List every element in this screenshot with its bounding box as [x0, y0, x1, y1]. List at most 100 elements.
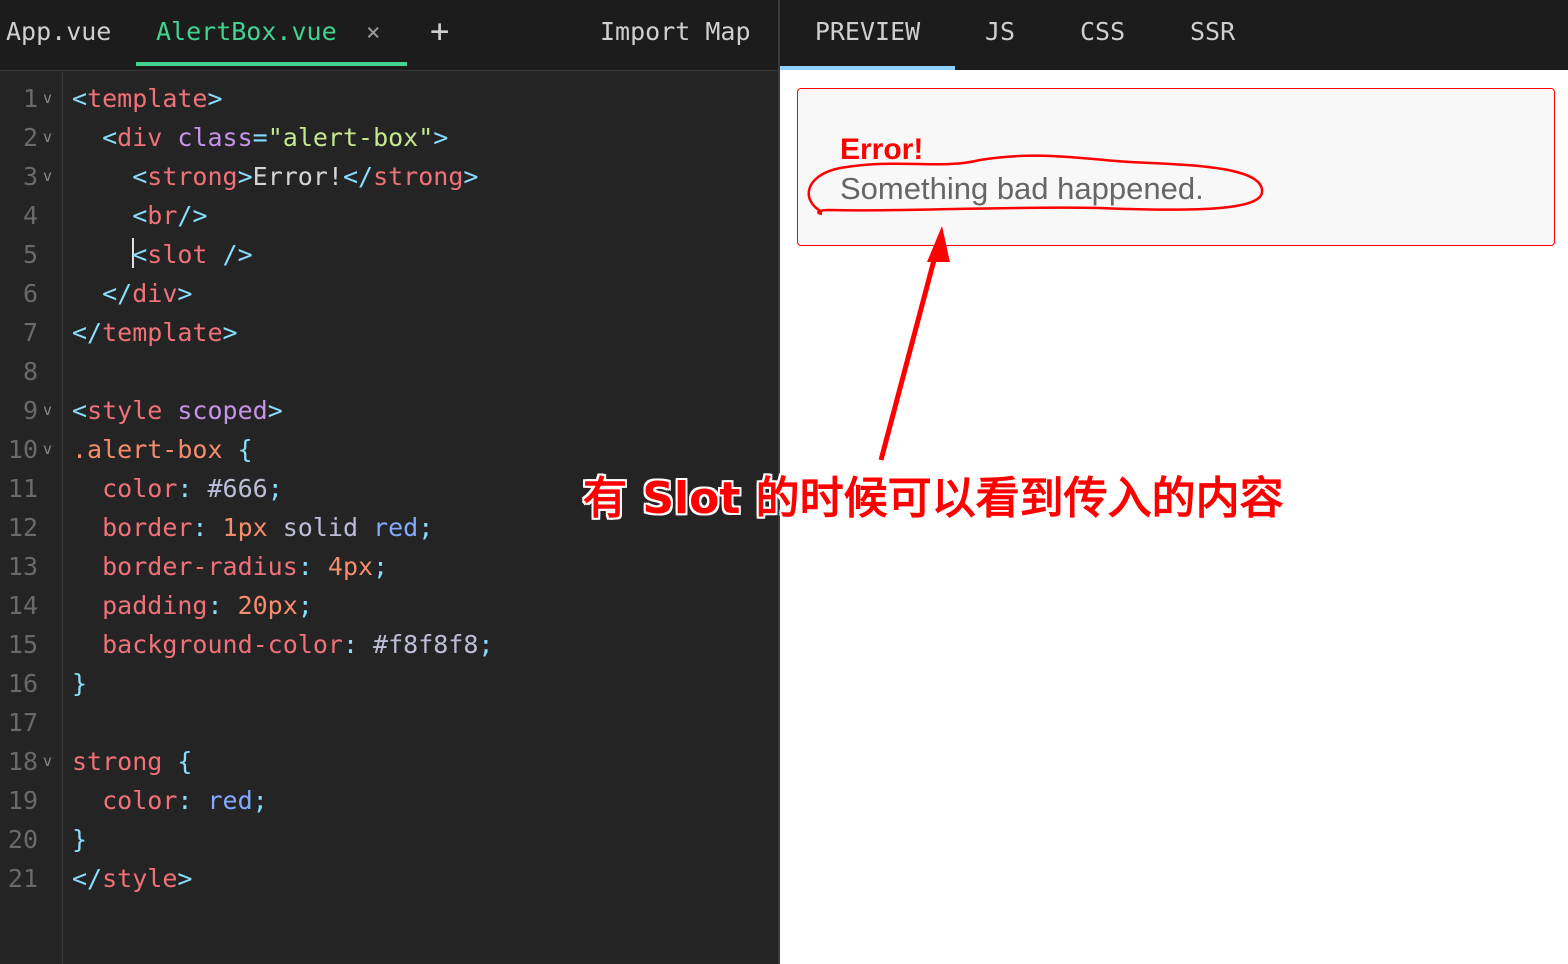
- code-line[interactable]: <style scoped>: [72, 391, 493, 430]
- code-token: </: [72, 318, 103, 347]
- code-token: ;: [252, 786, 268, 815]
- code-token: class: [177, 123, 253, 152]
- code-line[interactable]: [72, 352, 493, 391]
- code-token: :: [192, 513, 223, 542]
- fold-toggle-icon[interactable]: v: [43, 742, 52, 781]
- line-number: 7: [22, 318, 38, 347]
- code-line[interactable]: border: 1px solid red;: [72, 508, 493, 547]
- code-token: border-radius: [102, 552, 298, 581]
- tab-import-map[interactable]: Import Map: [600, 0, 751, 64]
- code-line[interactable]: </style>: [72, 859, 493, 898]
- line-number: 16: [7, 669, 38, 698]
- code-token: :: [297, 552, 328, 581]
- line-number: 2: [22, 123, 38, 152]
- code-token: Error!: [252, 162, 343, 191]
- code-line[interactable]: color: #666;: [72, 469, 493, 508]
- preview-tab-bar: PREVIEW JS CSS SSR: [780, 0, 1568, 70]
- add-file-icon[interactable]: +: [430, 0, 449, 62]
- code-line[interactable]: border-radius: 4px;: [72, 547, 493, 586]
- code-line[interactable]: <slot />: [72, 235, 493, 274]
- code-token: strong: [147, 162, 238, 191]
- code-token: red: [373, 513, 419, 542]
- line-number: 13: [7, 552, 38, 581]
- code-line[interactable]: }: [72, 664, 493, 703]
- line-number: 19: [7, 786, 38, 815]
- code-line[interactable]: strong {: [72, 742, 493, 781]
- tab-ssr[interactable]: SSR: [1190, 0, 1235, 66]
- code-token: div: [117, 123, 178, 152]
- code-token: 1px: [222, 513, 283, 542]
- line-number: 3: [22, 162, 38, 191]
- code-token: ;: [267, 474, 283, 503]
- fold-toggle-icon[interactable]: v: [43, 157, 52, 196]
- code-token: scoped: [177, 396, 268, 425]
- code-line[interactable]: <template>: [72, 79, 493, 118]
- editor-tab-bar: App.vue AlertBox.vue × + Import Map: [0, 0, 778, 71]
- code-token: <: [132, 240, 148, 269]
- code-token: }: [72, 669, 88, 698]
- code-token: padding: [102, 591, 208, 620]
- line-number: 18: [7, 747, 38, 776]
- code-token: "alert-box": [267, 123, 434, 152]
- code-token: </: [102, 279, 133, 308]
- code-line[interactable]: <br/>: [72, 196, 493, 235]
- code-token: .alert-box: [72, 435, 238, 464]
- code-token: template: [102, 318, 223, 347]
- code-token: solid: [282, 513, 374, 542]
- fold-toggle-icon[interactable]: v: [43, 79, 52, 118]
- code-line[interactable]: </div>: [72, 274, 493, 313]
- code-token: background-color: [102, 630, 343, 659]
- code-token: =: [252, 123, 268, 152]
- line-number: 9: [22, 396, 38, 425]
- code-token: >: [463, 162, 479, 191]
- fold-toggle-icon[interactable]: v: [43, 118, 52, 157]
- code-line[interactable]: <strong>Error!</strong>: [72, 157, 493, 196]
- code-token: <: [72, 84, 88, 113]
- code-token: {: [177, 747, 193, 776]
- fold-toggle-icon[interactable]: v: [43, 430, 52, 469]
- code-token: ;: [373, 552, 389, 581]
- code-line[interactable]: .alert-box {: [72, 430, 493, 469]
- code-line[interactable]: [72, 703, 493, 742]
- code-token: >: [177, 864, 193, 893]
- code-token: {: [237, 435, 253, 464]
- code-token: style: [87, 396, 178, 425]
- code-line[interactable]: <div class="alert-box">: [72, 118, 493, 157]
- line-number: 6: [22, 279, 38, 308]
- line-number: 17: [7, 708, 38, 737]
- code-token: />: [222, 240, 253, 269]
- alert-title: Error!: [840, 133, 924, 166]
- code-area[interactable]: <template> <div class="alert-box"> <stro…: [72, 79, 493, 898]
- alert-message: Something bad happened.: [840, 171, 1204, 206]
- code-line[interactable]: padding: 20px;: [72, 586, 493, 625]
- code-token: color: [102, 474, 178, 503]
- line-number: 10: [7, 435, 38, 464]
- code-token: </: [72, 864, 103, 893]
- code-line[interactable]: </template>: [72, 313, 493, 352]
- line-number: 15: [7, 630, 38, 659]
- code-token: }: [72, 825, 88, 854]
- line-number: 4: [22, 201, 38, 230]
- close-tab-icon[interactable]: ×: [366, 0, 380, 64]
- tab-css[interactable]: CSS: [1080, 0, 1125, 66]
- tab-app-vue[interactable]: App.vue: [6, 0, 111, 66]
- line-number: 1: [22, 84, 38, 113]
- code-line[interactable]: }: [72, 820, 493, 859]
- line-number: 11: [7, 474, 38, 503]
- tab-js[interactable]: JS: [985, 0, 1015, 66]
- fold-toggle-icon[interactable]: v: [43, 391, 52, 430]
- tab-preview[interactable]: PREVIEW: [780, 0, 955, 70]
- code-token: >: [267, 396, 283, 425]
- code-token: strong: [72, 747, 178, 776]
- code-line[interactable]: color: red;: [72, 781, 493, 820]
- code-token: <: [132, 201, 148, 230]
- code-token: 4px: [327, 552, 374, 581]
- code-line[interactable]: background-color: #f8f8f8;: [72, 625, 493, 664]
